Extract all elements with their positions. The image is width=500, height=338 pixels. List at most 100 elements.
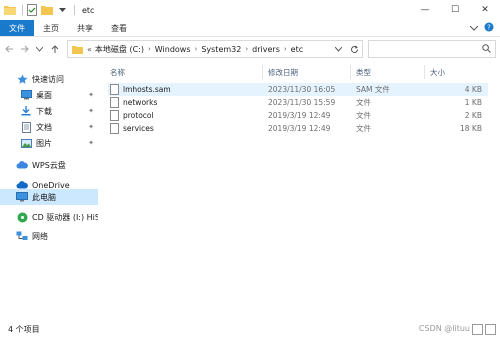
column-divider[interactable] [424, 65, 425, 79]
sidebar-item-downloads[interactable]: 下载 ✦ [0, 103, 98, 119]
table-row[interactable]: lmhosts.sam 2023/11/30 16:05 SAM 文件 4 KB [108, 83, 488, 96]
file-name-cell: protocol [110, 109, 260, 122]
tab-share[interactable]: 共享 [68, 20, 102, 36]
file-name-cell: lmhosts.sam [110, 83, 260, 96]
pin-icon[interactable]: ✦ [88, 91, 94, 99]
column-header-date[interactable]: 修改日期 [268, 65, 298, 79]
breadcrumb-item-etc[interactable]: etc [291, 45, 303, 54]
tab-file[interactable]: 文件 [0, 20, 34, 36]
search-icon[interactable] [482, 43, 491, 55]
file-name: networks [123, 98, 158, 107]
star-icon [16, 73, 28, 85]
large-icons-view-icon[interactable] [485, 324, 496, 335]
window-title: etc [82, 5, 95, 15]
forward-arrow-icon[interactable] [18, 41, 31, 57]
title-bar: etc — ☐ ✕ [0, 0, 500, 20]
back-arrow-icon[interactable] [3, 41, 16, 57]
computer-icon [16, 191, 28, 203]
file-date: 2019/3/19 12:49 [268, 124, 331, 133]
breadcrumb-item-system32[interactable]: System32 [201, 45, 241, 54]
sidebar-item-label: 此电脑 [32, 192, 56, 202]
address-row: « 本地磁盘 (C:) › Windows › System32 › drive… [0, 37, 500, 61]
up-arrow-icon[interactable] [48, 41, 61, 57]
pin-icon[interactable]: ✦ [88, 139, 94, 147]
sidebar-item-label: 网络 [32, 231, 48, 241]
column-header-size[interactable]: 大小 [430, 65, 445, 79]
file-icon [110, 110, 119, 121]
tab-home[interactable]: 主页 [34, 20, 68, 36]
search-input[interactable] [368, 40, 496, 58]
column-header-type[interactable]: 类型 [356, 65, 371, 79]
folder-icon [4, 4, 16, 16]
quick-access-toolbar [0, 0, 78, 20]
view-toggle [472, 324, 496, 335]
file-size: 2 KB [464, 111, 482, 120]
chevron-right-icon[interactable]: › [195, 45, 198, 53]
column-divider[interactable] [350, 65, 351, 79]
minimize-button[interactable]: — [410, 0, 440, 20]
breadcrumb-item-drivers[interactable]: drivers [252, 45, 280, 54]
folder-icon [72, 45, 83, 54]
file-date: 2019/3/19 12:49 [268, 111, 331, 120]
window-controls: — ☐ ✕ [410, 0, 500, 20]
properties-icon[interactable] [26, 4, 38, 16]
sidebar-item-label: 图片 [36, 138, 52, 148]
expand-ribbon-icon[interactable] [469, 24, 479, 33]
table-row[interactable]: services 2019/3/19 12:49 文件 18 KB [108, 122, 488, 135]
sidebar-item-this-pc[interactable]: 此电脑 [0, 189, 98, 205]
refresh-icon[interactable] [346, 41, 362, 57]
toolbar-divider [22, 5, 23, 15]
column-header-name[interactable]: 名称 [110, 65, 125, 79]
status-bar: 4 个项目 CSDN @lituu [0, 321, 500, 338]
chevron-right-icon[interactable]: › [245, 45, 248, 53]
sidebar-item-label: 桌面 [36, 90, 52, 100]
address-bar[interactable]: « 本地磁盘 (C:) › Windows › System32 › drive… [67, 40, 363, 58]
maximize-button[interactable]: ☐ [440, 0, 470, 20]
breadcrumb-overflow[interactable]: « [87, 45, 92, 54]
sidebar-item-wps-cloud[interactable]: WPS云盘 [0, 157, 98, 173]
network-icon [16, 230, 28, 242]
toolbar-divider [74, 5, 75, 15]
file-size: 4 KB [464, 85, 482, 94]
file-size: 1 KB [464, 98, 482, 107]
sidebar-item-pictures[interactable]: 图片 ✦ [0, 135, 98, 151]
file-name-cell: networks [110, 96, 260, 109]
sidebar-item-cd-drive[interactable]: CD 驱动器 (I:) HiSuite [0, 209, 98, 225]
tab-view[interactable]: 查看 [102, 20, 136, 36]
recent-locations-icon[interactable] [33, 41, 46, 57]
sidebar-item-quick-access[interactable]: 快速访问 [0, 71, 98, 87]
address-dropdown-icon[interactable] [330, 41, 346, 57]
pin-icon[interactable]: ✦ [88, 123, 94, 131]
file-size: 18 KB [460, 124, 482, 133]
sidebar-item-network[interactable]: 网络 [0, 228, 98, 244]
file-name: protocol [123, 111, 154, 120]
sidebar-item-label: WPS云盘 [32, 160, 66, 170]
file-icon [110, 97, 119, 108]
close-button[interactable]: ✕ [470, 0, 500, 20]
file-name-cell: services [110, 122, 260, 135]
download-icon [20, 105, 32, 117]
sidebar-item-desktop[interactable]: 桌面 ✦ [0, 87, 98, 103]
cd-drive-icon [16, 211, 28, 223]
details-view-icon[interactable] [472, 324, 483, 335]
cloud-icon [16, 159, 28, 171]
sidebar-item-label: 文档 [36, 122, 52, 132]
sidebar-item-label: 下载 [36, 106, 52, 116]
file-type: 文件 [356, 98, 371, 107]
sidebar-item-documents[interactable]: 文档 ✦ [0, 119, 98, 135]
chevron-right-icon[interactable]: › [148, 45, 151, 53]
svg-text:?: ? [487, 24, 491, 32]
help-icon[interactable]: ? [484, 22, 494, 34]
watermark: CSDN @lituu [418, 324, 470, 333]
sidebar-item-label: CD 驱动器 (I:) HiSuite [32, 212, 98, 222]
table-row[interactable]: networks 2023/11/30 15:59 文件 1 KB [108, 96, 488, 109]
new-folder-icon[interactable] [41, 4, 53, 16]
file-date: 2023/11/30 15:59 [268, 98, 336, 107]
column-divider[interactable] [262, 65, 263, 79]
breadcrumb-item-drive[interactable]: 本地磁盘 (C:) [95, 44, 144, 55]
qat-dropdown-icon[interactable] [56, 4, 68, 16]
pin-icon[interactable]: ✦ [88, 107, 94, 115]
table-row[interactable]: protocol 2019/3/19 12:49 文件 2 KB [108, 109, 488, 122]
breadcrumb-item-windows[interactable]: Windows [155, 45, 191, 54]
chevron-right-icon[interactable]: › [284, 45, 287, 53]
